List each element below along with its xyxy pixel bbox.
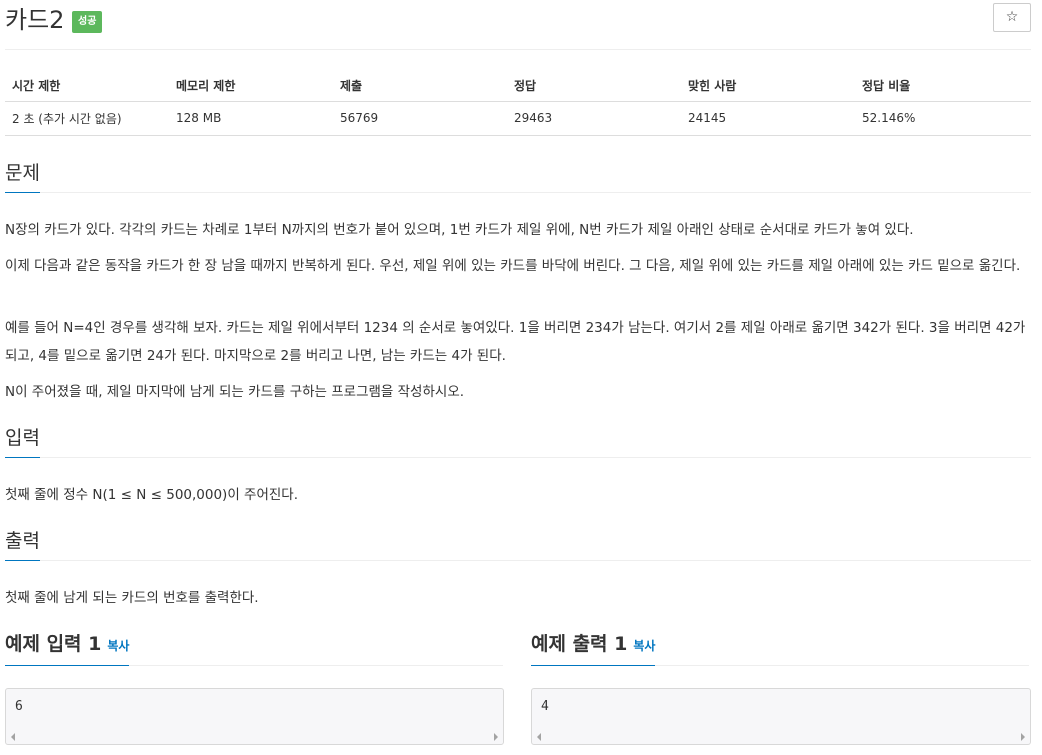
sample-input-title-text: 예제 입력 1 <box>5 633 102 655</box>
sample-output-title: 예제 출력 1 복사 <box>531 631 656 666</box>
problem-paragraph-2: 이제 다음과 같은 동작을 카드가 한 장 남을 때까지 반복하게 된다. 우선… <box>5 258 1021 274</box>
problem-paragraph-1: N장의 카드가 있다. 각각의 카드는 차례로 1부터 N까지의 번호가 붙어 … <box>5 222 914 238</box>
problem-section-title: 문제 <box>5 160 40 193</box>
output-section-title: 출력 <box>5 528 40 561</box>
output-description: 첫째 줄에 남게 되는 카드의 번호를 출력한다. <box>5 590 259 606</box>
sample-output-box: 4 <box>531 688 1031 745</box>
header-memory-limit: 메모리 제한 <box>169 70 333 102</box>
sample-input-box: 6 <box>5 688 504 745</box>
sample-input-title: 예제 입력 1 복사 <box>5 631 130 666</box>
scroll-right-icon[interactable] <box>1021 733 1025 741</box>
sample-input-value: 6 <box>15 699 23 714</box>
ratio-value: 52.146% <box>855 101 1031 136</box>
header-accepted: 정답 <box>507 70 681 102</box>
header-submissions: 제출 <box>333 70 507 102</box>
sample-output-value: 4 <box>541 699 549 714</box>
header-solvers: 맞힌 사람 <box>681 70 855 102</box>
input-section-title: 입력 <box>5 425 40 458</box>
header-time-limit: 시간 제한 <box>5 70 169 102</box>
time-limit-value: 2 초 (추가 시간 없음) <box>5 101 169 136</box>
scroll-right-icon[interactable] <box>494 733 498 741</box>
memory-limit-value: 128 MB <box>169 101 333 136</box>
status-badge: 성공 <box>72 11 103 33</box>
sample-output-scrollbar[interactable] <box>532 730 1030 744</box>
scroll-left-icon[interactable] <box>11 733 15 741</box>
problem-info-table: 시간 제한 메모리 제한 제출 정답 맞힌 사람 정답 비율 2 초 (추가 시… <box>5 70 1031 136</box>
input-description: 첫째 줄에 정수 N(1 ≤ N ≤ 500,000)이 주어진다. <box>5 487 299 503</box>
sample-input-scrollbar[interactable] <box>6 730 503 744</box>
sample-input-header: 예제 입력 1 복사 <box>5 631 503 666</box>
problem-section-header: 문제 <box>5 160 1031 193</box>
sample-output-title-text: 예제 출력 1 <box>531 633 628 655</box>
problem-title: 카드2 <box>5 6 65 34</box>
output-section-header: 출력 <box>5 528 1031 561</box>
star-icon: ☆ <box>1005 9 1019 25</box>
star-button[interactable]: ☆ <box>993 3 1031 32</box>
submissions-value: 56769 <box>333 101 507 136</box>
copy-sample-output-link[interactable]: 복사 <box>633 639 655 653</box>
problem-paragraph-3: 예를 들어 N=4인 경우를 생각해 보자. 카드는 제일 위에서부터 1234… <box>5 320 1026 364</box>
scroll-left-icon[interactable] <box>537 733 541 741</box>
problem-paragraph-4: N이 주어졌을 때, 제일 마지막에 남게 되는 카드를 구하는 프로그램을 작… <box>5 384 465 400</box>
table-row: 2 초 (추가 시간 없음) 128 MB 56769 29463 24145 … <box>5 101 1031 136</box>
header-ratio: 정답 비율 <box>855 70 1031 102</box>
input-section-header: 입력 <box>5 425 1031 458</box>
solvers-value: 24145 <box>681 101 855 136</box>
copy-sample-input-link[interactable]: 복사 <box>107 639 129 653</box>
page-header: 카드2 성공 ☆ <box>5 0 1031 50</box>
sample-output-header: 예제 출력 1 복사 <box>531 631 1029 666</box>
accepted-value: 29463 <box>507 101 681 136</box>
table-header-row: 시간 제한 메모리 제한 제출 정답 맞힌 사람 정답 비율 <box>5 70 1031 102</box>
